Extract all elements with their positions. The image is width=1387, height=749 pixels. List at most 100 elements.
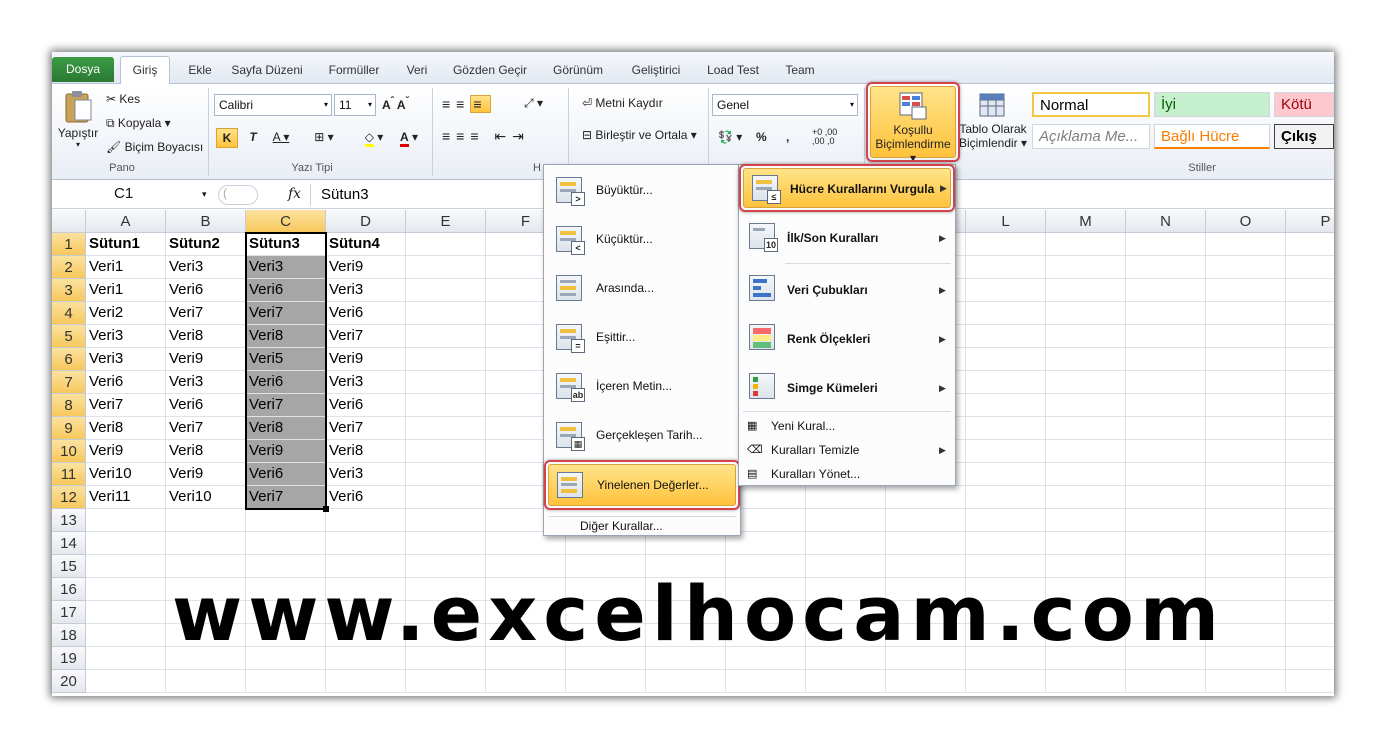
table-cell[interactable]: Veri7: [326, 417, 406, 440]
style-linked-cell[interactable]: Bağlı Hücre: [1154, 124, 1270, 149]
table-cell[interactable]: [166, 670, 246, 693]
table-cell[interactable]: Veri1: [86, 279, 166, 302]
table-cell[interactable]: [1046, 440, 1126, 463]
menu-item-top-bottom[interactable]: İlk/Son Kuralları: [787, 231, 878, 245]
menu-item-icon-sets[interactable]: Simge Kümeleri: [787, 381, 878, 395]
vertical-align-buttons[interactable]: ≡≡ ≡: [442, 95, 491, 113]
table-cell[interactable]: Sütun2: [166, 233, 246, 256]
table-cell[interactable]: [966, 394, 1046, 417]
table-cell[interactable]: [966, 371, 1046, 394]
table-cell[interactable]: Veri6: [326, 394, 406, 417]
table-cell[interactable]: [1126, 486, 1206, 509]
table-cell[interactable]: Veri3: [166, 371, 246, 394]
column-header[interactable]: M: [1046, 210, 1126, 233]
table-cell[interactable]: [1046, 532, 1126, 555]
wrap-text-button[interactable]: ⏎ Metni Kaydır: [582, 96, 663, 110]
row-header[interactable]: 4: [52, 302, 86, 325]
table-cell[interactable]: Veri9: [166, 348, 246, 371]
table-cell[interactable]: Veri9: [86, 440, 166, 463]
table-cell[interactable]: [1206, 302, 1286, 325]
table-cell[interactable]: [246, 532, 326, 555]
bold-button[interactable]: K: [216, 128, 238, 148]
style-output[interactable]: Çıkış: [1274, 124, 1334, 149]
row-header[interactable]: 20: [52, 670, 86, 693]
table-cell[interactable]: [966, 463, 1046, 486]
table-cell[interactable]: [1286, 463, 1334, 486]
tab-gozden-gecir[interactable]: Gözden Geçir: [450, 60, 530, 84]
table-cell[interactable]: [886, 670, 966, 693]
table-cell[interactable]: [1206, 463, 1286, 486]
column-header[interactable]: L: [966, 210, 1046, 233]
table-cell[interactable]: Veri3: [326, 279, 406, 302]
table-cell[interactable]: [806, 486, 886, 509]
table-cell[interactable]: Veri7: [166, 302, 246, 325]
tab-dosya[interactable]: Dosya: [52, 57, 114, 82]
table-cell[interactable]: [1206, 348, 1286, 371]
table-cell[interactable]: Veri7: [246, 394, 326, 417]
table-cell[interactable]: [1126, 256, 1206, 279]
table-cell[interactable]: [166, 509, 246, 532]
font-color-button[interactable]: A ▾: [394, 128, 424, 148]
table-cell[interactable]: [86, 532, 166, 555]
table-cell[interactable]: [1286, 325, 1334, 348]
table-cell[interactable]: Veri3: [326, 463, 406, 486]
table-cell[interactable]: [1206, 279, 1286, 302]
table-cell[interactable]: Veri9: [326, 348, 406, 371]
table-cell[interactable]: Veri6: [166, 394, 246, 417]
table-cell[interactable]: [1206, 417, 1286, 440]
menu-item-less[interactable]: Küçüktür...: [596, 232, 653, 246]
row-header[interactable]: 14: [52, 532, 86, 555]
cut-button[interactable]: ✂ Kes: [106, 92, 140, 106]
table-cell[interactable]: [1126, 532, 1206, 555]
table-cell[interactable]: Veri11: [86, 486, 166, 509]
menu-item-new-rule[interactable]: Yeni Kural...: [771, 419, 835, 433]
table-cell[interactable]: Veri9: [166, 463, 246, 486]
table-cell[interactable]: [1126, 233, 1206, 256]
table-cell[interactable]: Veri6: [166, 279, 246, 302]
row-header[interactable]: 3: [52, 279, 86, 302]
table-cell[interactable]: Veri8: [246, 325, 326, 348]
table-cell[interactable]: [1126, 325, 1206, 348]
table-cell[interactable]: Veri10: [166, 486, 246, 509]
table-cell[interactable]: [406, 233, 486, 256]
table-cell[interactable]: [1206, 233, 1286, 256]
tab-veri[interactable]: Veri: [400, 60, 434, 84]
row-header[interactable]: 6: [52, 348, 86, 371]
table-cell[interactable]: [406, 302, 486, 325]
formula-bar-grip[interactable]: (: [218, 185, 258, 205]
table-cell[interactable]: [1206, 394, 1286, 417]
table-cell[interactable]: [966, 486, 1046, 509]
table-cell[interactable]: Sütun4: [326, 233, 406, 256]
table-cell[interactable]: Veri6: [246, 279, 326, 302]
table-cell[interactable]: [1206, 509, 1286, 532]
row-header[interactable]: 17: [52, 601, 86, 624]
table-cell[interactable]: Veri7: [166, 417, 246, 440]
table-cell[interactable]: [886, 532, 966, 555]
paste-button[interactable]: Yapıştır ▾: [56, 88, 100, 158]
tab-team[interactable]: Team: [780, 60, 820, 84]
table-cell[interactable]: [326, 670, 406, 693]
name-box[interactable]: C1 ▾: [54, 184, 214, 206]
table-cell[interactable]: [1206, 486, 1286, 509]
table-cell[interactable]: Veri6: [246, 371, 326, 394]
table-cell[interactable]: [326, 509, 406, 532]
table-cell[interactable]: [646, 670, 726, 693]
row-header[interactable]: 13: [52, 509, 86, 532]
table-cell[interactable]: [1286, 670, 1334, 693]
style-normal[interactable]: Normal: [1032, 92, 1150, 117]
table-cell[interactable]: [1206, 532, 1286, 555]
table-cell[interactable]: [86, 555, 166, 578]
comma-button[interactable]: ,: [786, 130, 789, 144]
style-good[interactable]: İyi: [1154, 92, 1270, 117]
table-cell[interactable]: [1126, 509, 1206, 532]
table-cell[interactable]: [1046, 394, 1126, 417]
table-cell[interactable]: [406, 440, 486, 463]
copy-button[interactable]: ⧉ Kopyala ▾: [106, 116, 171, 131]
percent-button[interactable]: %: [756, 130, 767, 144]
underline-button[interactable]: A ▾: [266, 128, 296, 148]
menu-item-clear-rules[interactable]: Kuralları Temizle: [771, 443, 859, 457]
menu-item-text-contains[interactable]: İçeren Metin...: [596, 379, 672, 393]
table-cell[interactable]: [1126, 348, 1206, 371]
table-cell[interactable]: [86, 670, 166, 693]
table-cell[interactable]: [966, 302, 1046, 325]
